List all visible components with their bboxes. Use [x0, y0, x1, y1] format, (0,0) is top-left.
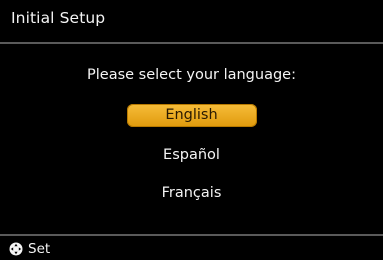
- setup-screen: Initial Setup Please select your languag…: [0, 0, 383, 260]
- language-option-espanol[interactable]: Español: [127, 144, 257, 167]
- language-option-francais[interactable]: Français: [127, 182, 257, 205]
- title-divider: [0, 42, 383, 44]
- dpad-icon: [9, 242, 23, 256]
- footer-divider: [0, 234, 383, 236]
- title-bar: Initial Setup: [0, 0, 383, 42]
- language-option-english[interactable]: English: [126, 104, 257, 127]
- set-label: Set: [28, 241, 51, 257]
- page-title: Initial Setup: [11, 9, 106, 27]
- footer-hint: Set: [9, 240, 50, 258]
- language-prompt: Please select your language:: [87, 67, 296, 83]
